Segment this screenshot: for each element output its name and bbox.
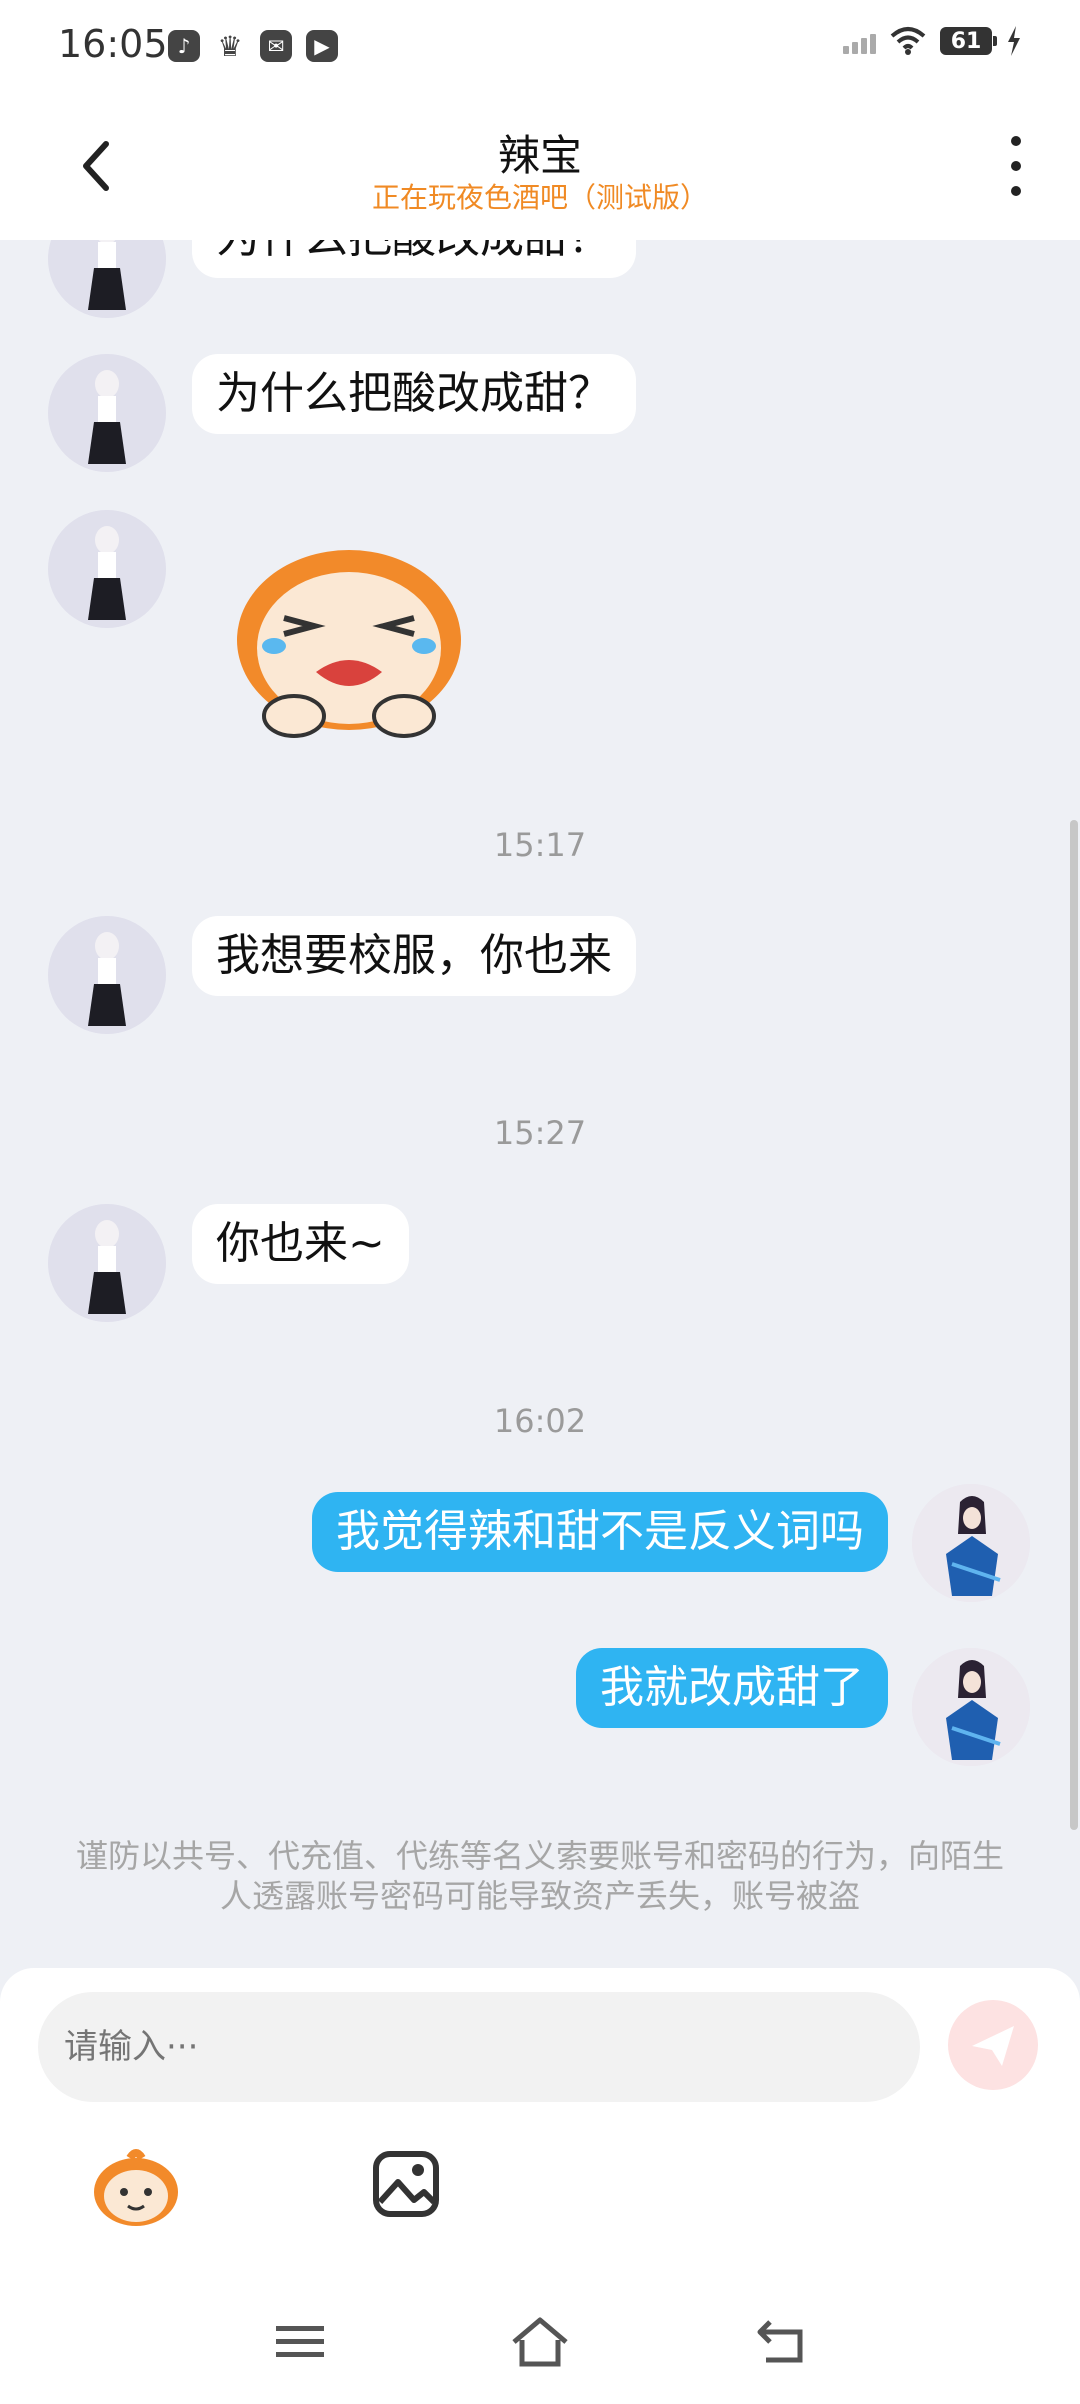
crown-icon: ♛ xyxy=(217,29,243,63)
battery-level: 61 xyxy=(950,28,982,54)
girl-avatar-icon xyxy=(48,1204,166,1322)
image-picker-button[interactable] xyxy=(370,2148,442,2220)
contact-avatar[interactable] xyxy=(48,510,166,628)
chat-title: 辣宝 xyxy=(497,131,582,180)
nav-menu-button[interactable] xyxy=(276,2324,324,2360)
girl-avatar-icon xyxy=(48,916,166,1034)
message-bubble[interactable]: 你也来~ xyxy=(192,1204,409,1284)
message-list[interactable]: 为什么把酸改成甜？ 为什么把酸改成甜？ xyxy=(0,240,1080,1968)
contact-avatar[interactable] xyxy=(48,240,166,318)
user-avatar[interactable] xyxy=(912,1484,1030,1602)
chat-header: 辣宝 正在玩夜色酒吧（测试版） xyxy=(0,96,1080,240)
mail-icon: ✉ xyxy=(260,30,292,62)
message-input[interactable] xyxy=(38,1992,920,2102)
timestamp: 15:17 xyxy=(493,826,587,864)
crying-mascot-sticker[interactable] xyxy=(224,530,474,740)
warrior-avatar-icon xyxy=(912,1648,1030,1766)
send-button[interactable] xyxy=(948,2000,1038,2090)
message-bubble[interactable]: 为什么把酸改成甜？ xyxy=(192,354,636,434)
timestamp: 16:02 xyxy=(493,1402,587,1440)
emoji-sticker-button[interactable] xyxy=(90,2148,182,2228)
message-bubble[interactable]: 我想要校服，你也来 xyxy=(192,916,636,996)
user-avatar[interactable] xyxy=(912,1648,1030,1766)
send-icon xyxy=(972,2026,1014,2066)
message-bubble-outgoing[interactable]: 我觉得辣和甜不是反义词吗 xyxy=(312,1492,888,1572)
girl-avatar-icon xyxy=(48,510,166,628)
timestamp: 15:27 xyxy=(493,1114,587,1152)
message-bubble-outgoing[interactable]: 我就改成甜了 xyxy=(576,1648,888,1728)
signal-icon xyxy=(843,28,876,54)
security-notice: 谨防以共号、代充值、代练等名义索要账号和密码的行为，向陌生人透露账号密码可能导致… xyxy=(75,1837,1004,1915)
nav-back-button[interactable] xyxy=(756,2318,806,2364)
chat-subtitle: 正在玩夜色酒吧（测试版） xyxy=(371,181,708,214)
contact-avatar[interactable] xyxy=(48,916,166,1034)
nav-home-button[interactable] xyxy=(510,2316,570,2368)
play-icon: ▶ xyxy=(306,30,338,62)
contact-avatar[interactable] xyxy=(48,1204,166,1322)
status-bar: 16:05 ♪ ♛ ✉ ▶ 61 xyxy=(0,0,1080,96)
battery-icon: 61 xyxy=(940,27,997,55)
charging-icon xyxy=(1008,26,1020,56)
scrollbar[interactable] xyxy=(1070,820,1078,1830)
status-time: 16:05 xyxy=(58,22,168,66)
message-bubble[interactable]: 为什么把酸改成甜？ xyxy=(192,240,636,278)
wifi-icon xyxy=(890,27,926,55)
contact-avatar[interactable] xyxy=(48,354,166,472)
girl-avatar-icon xyxy=(48,240,166,318)
warrior-avatar-icon xyxy=(912,1484,1030,1602)
more-options-button[interactable] xyxy=(996,136,1036,196)
music-icon: ♪ xyxy=(168,30,200,62)
girl-avatar-icon xyxy=(48,354,166,472)
